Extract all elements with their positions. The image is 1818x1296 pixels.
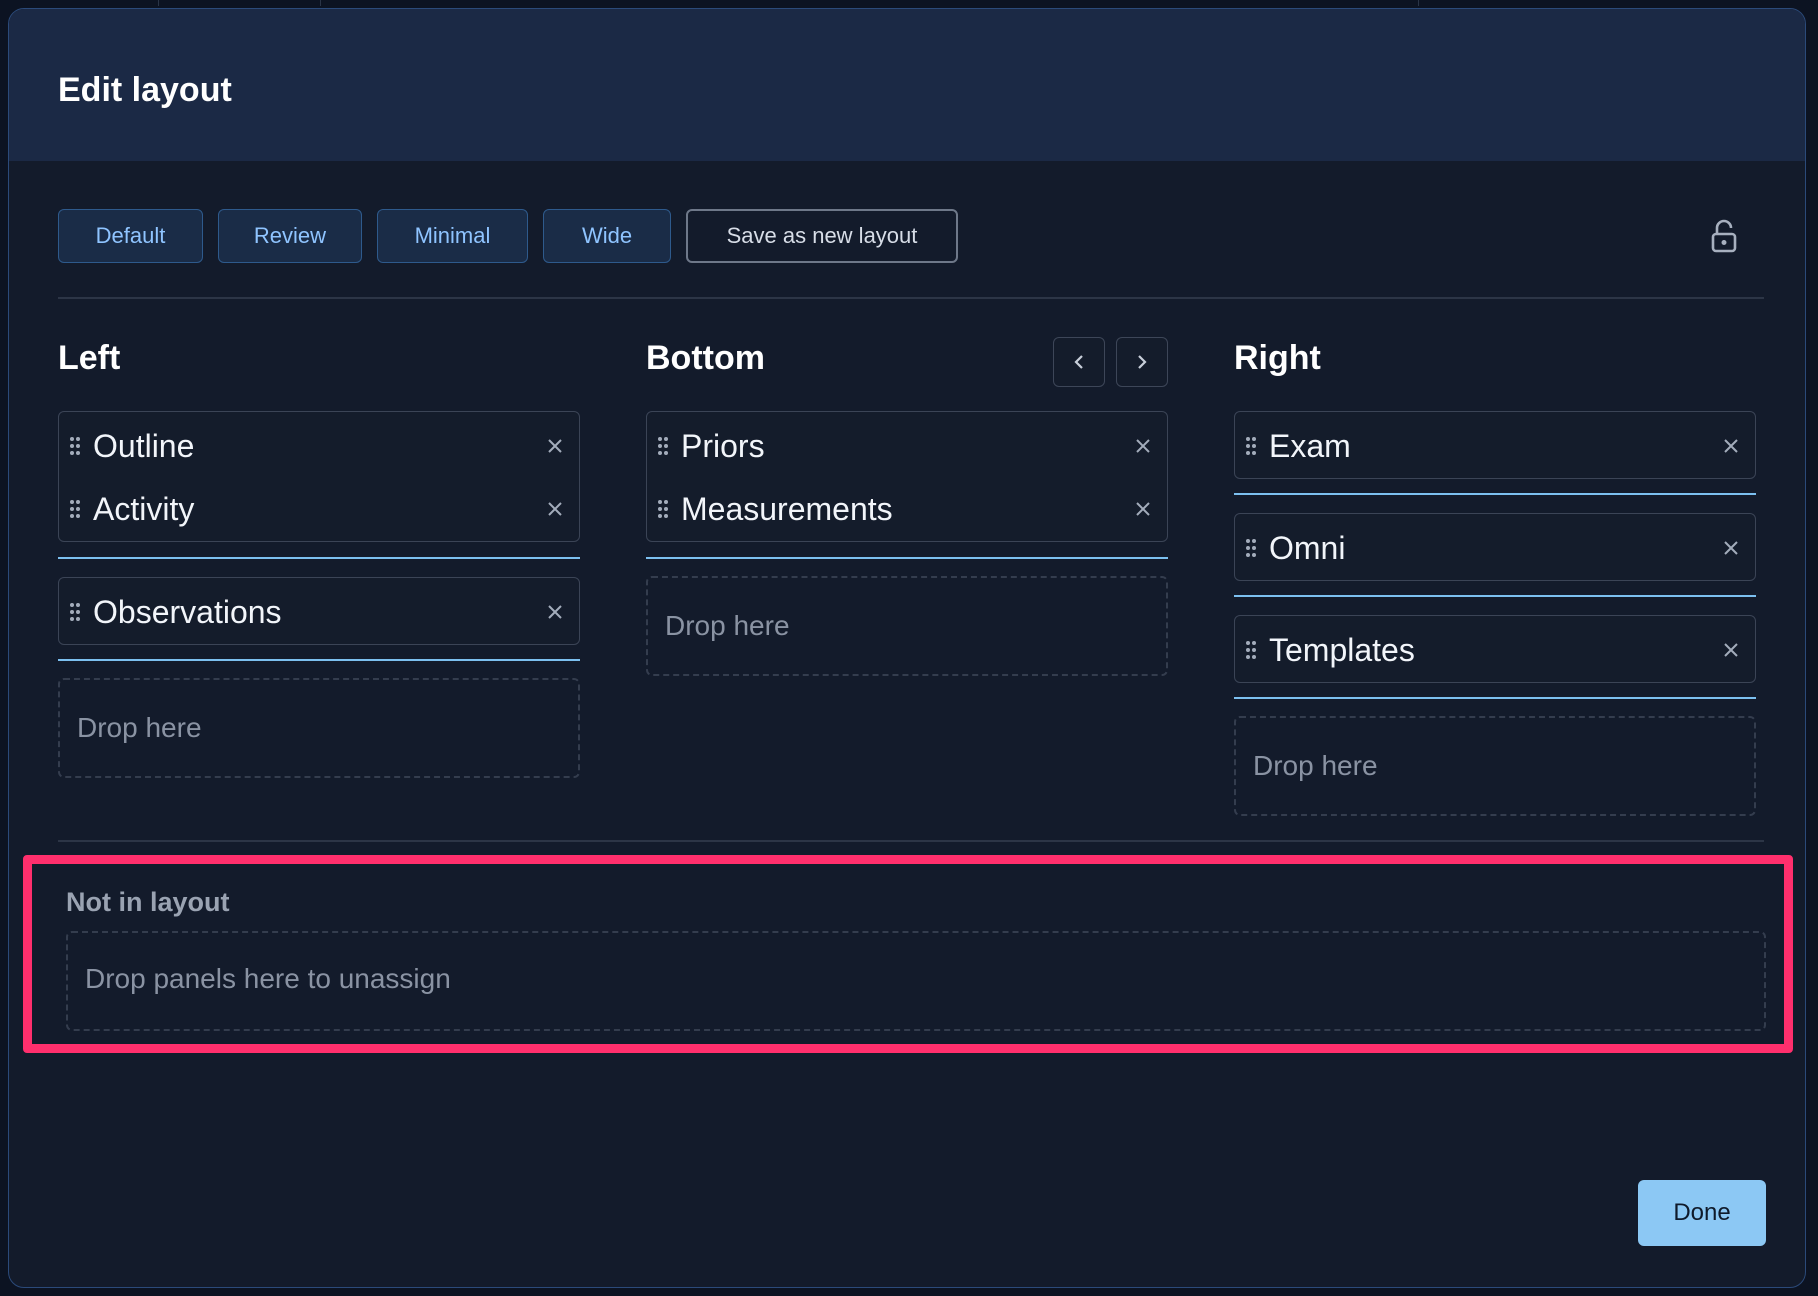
panel-group: Exam <box>1234 411 1756 479</box>
close-icon[interactable] <box>543 434 567 458</box>
panel-item-omni[interactable]: Omni <box>1235 516 1755 580</box>
group-separator <box>646 557 1168 559</box>
close-icon[interactable] <box>543 497 567 521</box>
dialog-header: Edit layout <box>9 9 1805 161</box>
drop-zone[interactable]: Drop here <box>1234 716 1756 816</box>
drag-handle-icon[interactable] <box>69 499 81 519</box>
group-separator <box>1234 595 1756 597</box>
lock-open-icon[interactable] <box>1709 219 1739 253</box>
preset-review-button[interactable]: Review <box>218 209 362 263</box>
column-title: Left <box>58 339 121 377</box>
chevron-right-icon <box>1138 355 1147 369</box>
panel-label: Observations <box>93 594 282 630</box>
drag-handle-icon[interactable] <box>1245 436 1257 456</box>
save-as-new-layout-button[interactable]: Save as new layout <box>686 209 958 263</box>
group-separator <box>1234 493 1756 495</box>
close-icon[interactable] <box>1719 638 1743 662</box>
edit-layout-dialog: Edit layout Default Review Minimal Wide … <box>8 8 1806 1288</box>
drag-handle-icon[interactable] <box>657 436 669 456</box>
panel-item-outline[interactable]: Outline <box>59 414 579 478</box>
highlight-outline <box>23 855 1793 1053</box>
dialog-title: Edit layout <box>58 71 232 109</box>
panel-label: Outline <box>93 428 195 464</box>
panel-item-observations[interactable]: Observations <box>59 580 579 644</box>
panel-label: Activity <box>93 491 195 527</box>
drag-handle-icon[interactable] <box>69 436 81 456</box>
background-divider <box>320 0 321 6</box>
column-title: Right <box>1234 339 1321 377</box>
chevron-left-icon <box>1074 355 1083 369</box>
panel-label: Templates <box>1269 632 1415 668</box>
panel-group: Outline Activity <box>58 411 580 542</box>
drop-zone[interactable]: Drop here <box>646 576 1168 676</box>
drop-zone[interactable]: Drop here <box>58 678 580 778</box>
panel-group: Observations <box>58 577 580 645</box>
panel-item-measurements[interactable]: Measurements <box>647 477 1167 541</box>
drag-handle-icon[interactable] <box>657 499 669 519</box>
panel-item-priors[interactable]: Priors <box>647 414 1167 478</box>
move-left-button[interactable] <box>1053 337 1105 387</box>
column-title: Bottom <box>646 339 765 377</box>
preset-default-button[interactable]: Default <box>58 209 203 263</box>
panel-group: Omni <box>1234 513 1756 581</box>
move-right-button[interactable] <box>1116 337 1168 387</box>
close-icon[interactable] <box>543 600 567 624</box>
toolbar-divider <box>58 297 1764 299</box>
panel-item-activity[interactable]: Activity <box>59 477 579 541</box>
close-icon[interactable] <box>1719 536 1743 560</box>
panel-item-templates[interactable]: Templates <box>1235 618 1755 682</box>
preset-minimal-button[interactable]: Minimal <box>377 209 528 263</box>
drop-zone-label: Drop here <box>1253 750 1378 781</box>
panel-group: Priors Measurements <box>646 411 1168 542</box>
panel-item-exam[interactable]: Exam <box>1235 414 1755 478</box>
section-divider <box>58 840 1764 842</box>
done-button[interactable]: Done <box>1638 1180 1766 1246</box>
close-icon[interactable] <box>1131 434 1155 458</box>
panel-label: Omni <box>1269 530 1346 566</box>
close-icon[interactable] <box>1719 434 1743 458</box>
background-divider <box>1418 0 1419 6</box>
group-separator <box>58 557 580 559</box>
close-icon[interactable] <box>1131 497 1155 521</box>
drop-zone-label: Drop here <box>665 610 790 641</box>
drop-zone-label: Drop here <box>77 712 202 743</box>
drag-handle-icon[interactable] <box>1245 640 1257 660</box>
drag-handle-icon[interactable] <box>69 602 81 622</box>
panel-label: Priors <box>681 428 765 464</box>
group-separator <box>1234 697 1756 699</box>
group-separator <box>58 659 580 661</box>
panel-group: Templates <box>1234 615 1756 683</box>
background-divider <box>158 0 159 6</box>
drag-handle-icon[interactable] <box>1245 538 1257 558</box>
panel-label: Measurements <box>681 491 893 527</box>
preset-wide-button[interactable]: Wide <box>543 209 671 263</box>
panel-label: Exam <box>1269 428 1351 464</box>
